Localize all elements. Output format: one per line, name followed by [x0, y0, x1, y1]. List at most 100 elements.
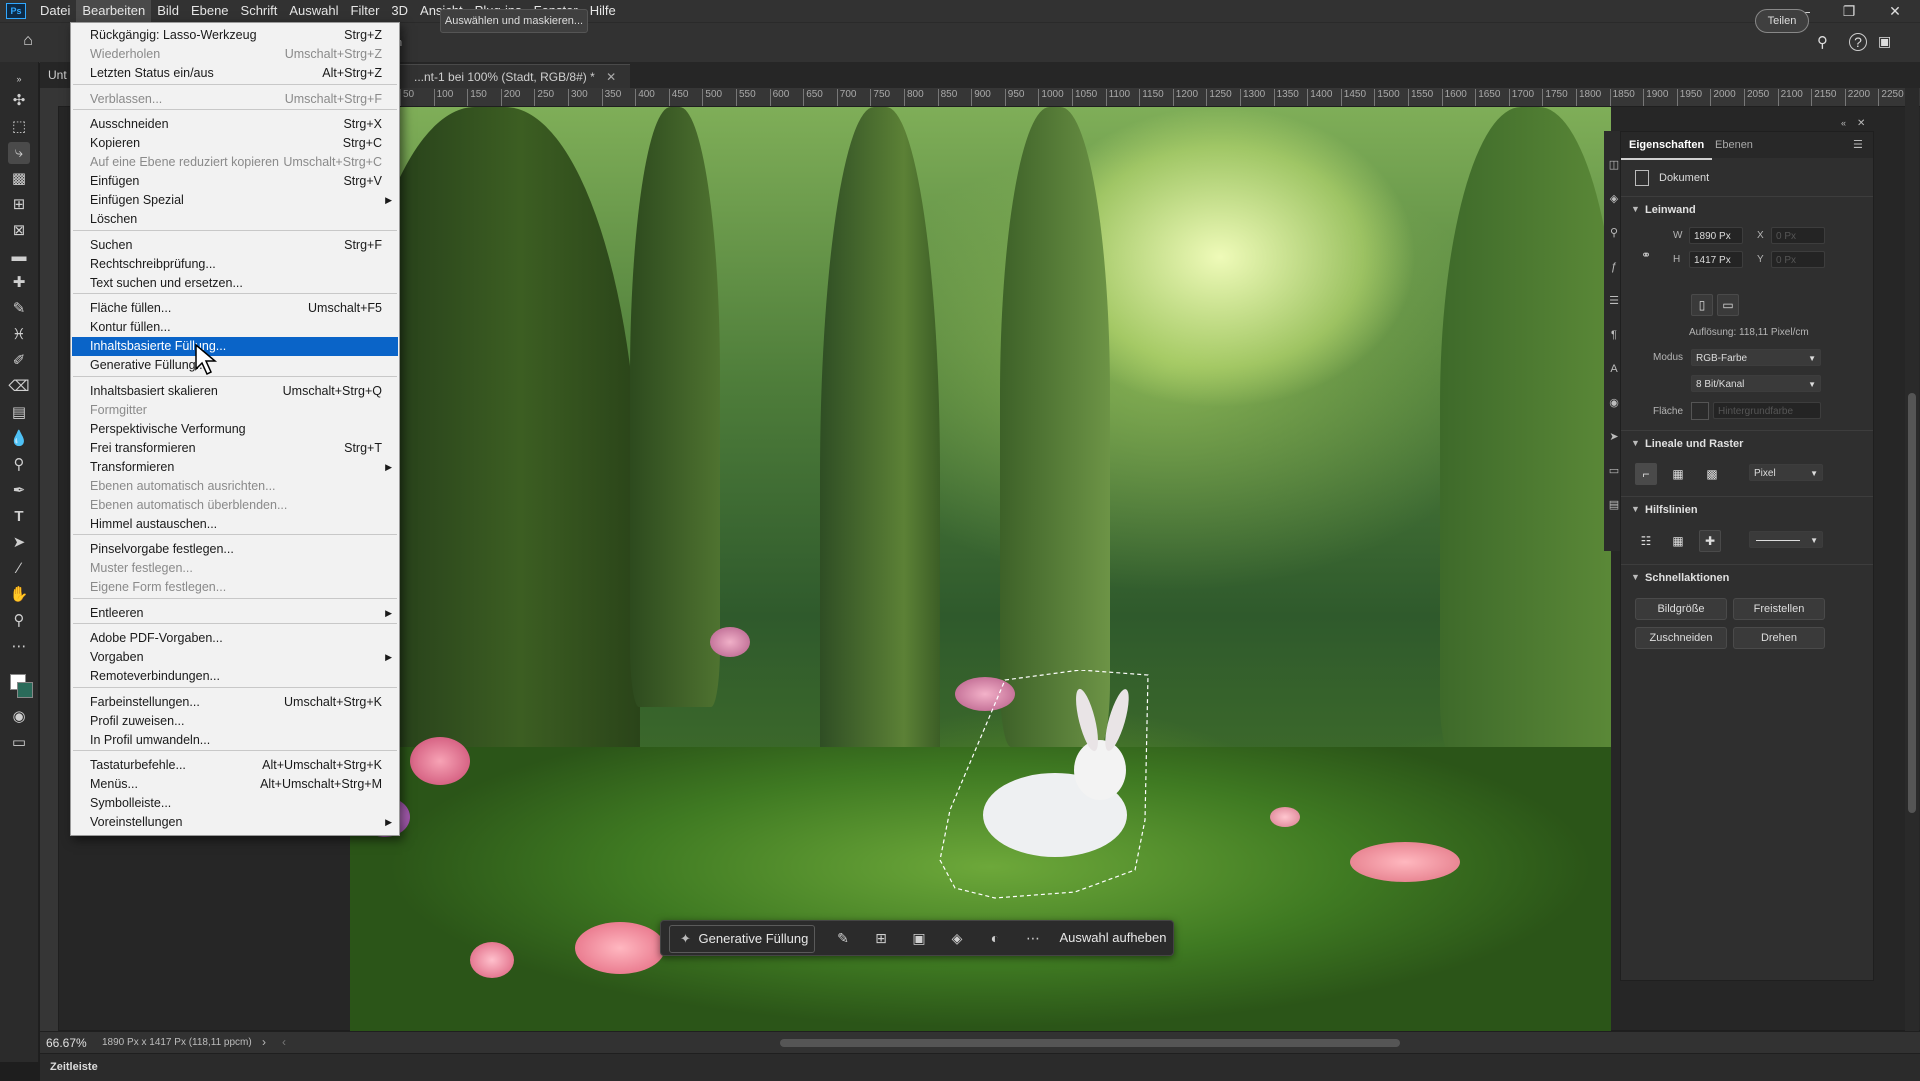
history-brush-icon[interactable]: ✐ — [8, 350, 30, 372]
generative-fill-button[interactable]: ✦ Generative Füllung — [669, 925, 815, 953]
workspace-icon[interactable]: ▣ — [1878, 33, 1891, 50]
more-tools-icon[interactable]: ⋯ — [8, 636, 30, 658]
menu-item-rechtschreibprüfung[interactable]: Rechtschreibprüfung... — [72, 255, 398, 274]
portrait-orientation-icon[interactable]: ▯ — [1691, 294, 1713, 316]
menu-item-perspektivische-verformung[interactable]: Perspektivische Verformung — [72, 420, 398, 439]
adjust-panel-icon[interactable]: ☰ — [1608, 295, 1620, 307]
menu-item-kopieren[interactable]: Kopieren Strg+C — [72, 134, 398, 153]
height-field[interactable]: 1417 Px — [1689, 251, 1743, 268]
menu-item-frei-transformieren[interactable]: Frei transformieren Strg+T — [72, 439, 398, 458]
marquee-tool-icon[interactable]: ⬚ — [8, 116, 30, 138]
rotate-button[interactable]: Drehen — [1733, 627, 1825, 649]
bit-depth-select[interactable]: 8 Bit/Kanal ▼ — [1691, 375, 1821, 392]
close-panel-icon[interactable]: ✕ — [1857, 118, 1865, 129]
stamp-tool-icon[interactable]: ♓ — [8, 324, 30, 346]
ruler-tool-icon[interactable]: ▬ — [8, 246, 30, 268]
help-icon[interactable]: ? — [1849, 33, 1867, 51]
background-color-swatch[interactable] — [17, 682, 33, 698]
y-field[interactable]: 0 Px — [1771, 251, 1825, 268]
menu-item-transformieren[interactable]: Transformieren ▶ — [72, 458, 398, 477]
document-tab[interactable]: ...nt-1 bei 100% (Stadt, RGB/8#) * ✕ — [400, 64, 631, 89]
history-panel-icon[interactable]: ◫ — [1608, 159, 1620, 171]
image-size-button[interactable]: Bildgröße — [1635, 598, 1727, 620]
quick-mask-icon[interactable]: ◉ — [8, 706, 30, 728]
deselect-button[interactable]: Auswahl aufheben — [1057, 925, 1169, 951]
chevron-down-icon[interactable]: ▼ — [1631, 438, 1640, 448]
menu-item-letzten-status-ein-aus[interactable]: Letzten Status ein/aus Alt+Strg+Z — [72, 64, 398, 83]
character-panel-icon[interactable]: A — [1608, 363, 1620, 375]
fill-color-swatch[interactable] — [1691, 402, 1709, 420]
more-icon[interactable]: ⋯ — [1019, 925, 1047, 951]
menu-item-fläche-füllen[interactable]: Fläche füllen... Umschalt+F5 — [72, 299, 398, 318]
menu-item-einfügen-spezial[interactable]: Einfügen Spezial ▶ — [72, 191, 398, 210]
panel-menu-icon[interactable]: ☰ — [1853, 138, 1863, 151]
menu-item-entleeren[interactable]: Entleeren ▶ — [72, 604, 398, 623]
path-select-icon[interactable]: ➤ — [8, 532, 30, 554]
menu-item-einfügen[interactable]: Einfügen Strg+V — [72, 172, 398, 191]
menu-item-himmel-austauschen[interactable]: Himmel austauschen... — [72, 515, 398, 534]
collapse-toolbar-icon[interactable]: » — [8, 68, 30, 90]
menu-item-inhaltsbasierte-füllung[interactable]: Inhaltsbasierte Füllung... — [72, 337, 398, 356]
fill-select[interactable]: Hintergrundfarbe — [1713, 402, 1821, 419]
fill-icon[interactable]: ◈ — [943, 925, 971, 951]
document-tab-prefix[interactable]: Unt — [48, 68, 67, 82]
color-panel-icon[interactable]: ◈ — [1608, 193, 1620, 205]
paragraph-panel-icon[interactable]: ¶ — [1608, 329, 1620, 341]
lasso-selection[interactable] — [935, 670, 1155, 900]
menu-item-rückgängig-lasso-werkzeug[interactable]: Rückgängig: Lasso-Werkzeug Strg+Z — [72, 26, 398, 45]
crop-tool-icon[interactable]: ⊞ — [8, 194, 30, 216]
eraser-tool-icon[interactable]: ⌫ — [8, 376, 30, 398]
section-title-quick-actions[interactable]: Schnellaktionen — [1645, 570, 1729, 586]
chevron-down-icon[interactable]: ▼ — [1631, 504, 1640, 514]
healing-brush-icon[interactable]: ✚ — [8, 272, 30, 294]
search-panel-icon[interactable]: ⚲ — [1608, 227, 1620, 239]
menu-item-ausschneiden[interactable]: Ausschneiden Strg+X — [72, 115, 398, 134]
menu-auswahl[interactable]: Auswahl — [283, 0, 344, 22]
link-icon[interactable]: ⚭ — [1641, 248, 1651, 262]
grid-toggle-icon[interactable]: ▦ — [1667, 463, 1689, 485]
blur-tool-icon[interactable]: 💧 — [8, 428, 30, 450]
zoom-level[interactable]: 66.67% — [46, 1036, 87, 1050]
close-tab-icon[interactable]: ✕ — [606, 70, 616, 84]
type-tool-icon[interactable]: T — [8, 506, 30, 528]
menu-item-kontur-füllen[interactable]: Kontur füllen... — [72, 318, 398, 337]
brush-icon[interactable]: ✎ — [829, 925, 857, 951]
menu-item-voreinstellungen[interactable]: Voreinstellungen ▶ — [72, 813, 398, 832]
ruler-toggle-icon[interactable]: ⌐ — [1635, 463, 1657, 485]
crop-button[interactable]: Freistellen — [1733, 598, 1825, 620]
close-window-icon[interactable]: ✕ — [1872, 0, 1918, 22]
chevron-right-icon[interactable]: › — [262, 1035, 266, 1049]
dodge-tool-icon[interactable]: ⚲ — [8, 454, 30, 476]
frame-tool-icon[interactable]: ⊠ — [8, 220, 30, 242]
menu-schrift[interactable]: Schrift — [235, 0, 284, 22]
guides-toggle-icon[interactable]: ☷ — [1635, 530, 1657, 552]
menu-item-vorgaben[interactable]: Vorgaben ▶ — [72, 648, 398, 667]
line-tool-icon[interactable]: ∕ — [8, 558, 30, 580]
menu-item-generative-füllung[interactable]: Generative Füllung... — [72, 356, 398, 375]
timeline-label[interactable]: Zeitleiste — [50, 1061, 98, 1073]
vertical-scrollbar[interactable] — [1905, 88, 1919, 1032]
maximize-icon[interactable]: ❐ — [1826, 0, 1872, 22]
menu-item-tastaturbefehle[interactable]: Tastaturbefehle... Alt+Umschalt+Strg+K — [72, 756, 398, 775]
menu-item-pinselvorgabe-festlegen[interactable]: Pinselvorgabe festlegen... — [72, 540, 398, 559]
move-tool-icon[interactable]: ✣ — [8, 90, 30, 112]
brush-tool-icon[interactable]: ✎ — [8, 298, 30, 320]
tab-eigenschaften[interactable]: Eigenschaften — [1621, 132, 1713, 160]
x-field[interactable]: 0 Px — [1771, 227, 1825, 244]
search-icon[interactable]: ⚲ — [1817, 33, 1828, 51]
menu-item-inhaltsbasiert-skalieren[interactable]: Inhaltsbasiert skalieren Umschalt+Strg+Q — [72, 382, 398, 401]
new-guide-icon[interactable]: ✚ — [1699, 530, 1721, 552]
menu-item-adobe-pdf-vorgaben[interactable]: Adobe PDF-Vorgaben... — [72, 629, 398, 648]
chevron-left-icon[interactable]: ‹ — [282, 1035, 286, 1049]
chevron-down-icon[interactable]: ▼ — [1631, 572, 1640, 582]
function-panel-icon[interactable]: ƒ — [1608, 261, 1620, 273]
menu-ebene[interactable]: Ebene — [185, 0, 235, 22]
home-icon[interactable]: ⌂ — [18, 32, 38, 52]
channels-panel-icon[interactable]: ◉ — [1608, 397, 1620, 409]
section-title-rulers-grid[interactable]: Lineale und Raster — [1645, 436, 1743, 452]
menu-3d[interactable]: 3D — [385, 0, 414, 22]
menu-item-symbolleiste[interactable]: Symbolleiste... — [72, 794, 398, 813]
hand-tool-icon[interactable]: ✋ — [8, 584, 30, 606]
menu-bearbeiten[interactable]: Bearbeiten — [76, 0, 152, 22]
menu-hilfe[interactable]: Hilfe — [584, 0, 622, 22]
